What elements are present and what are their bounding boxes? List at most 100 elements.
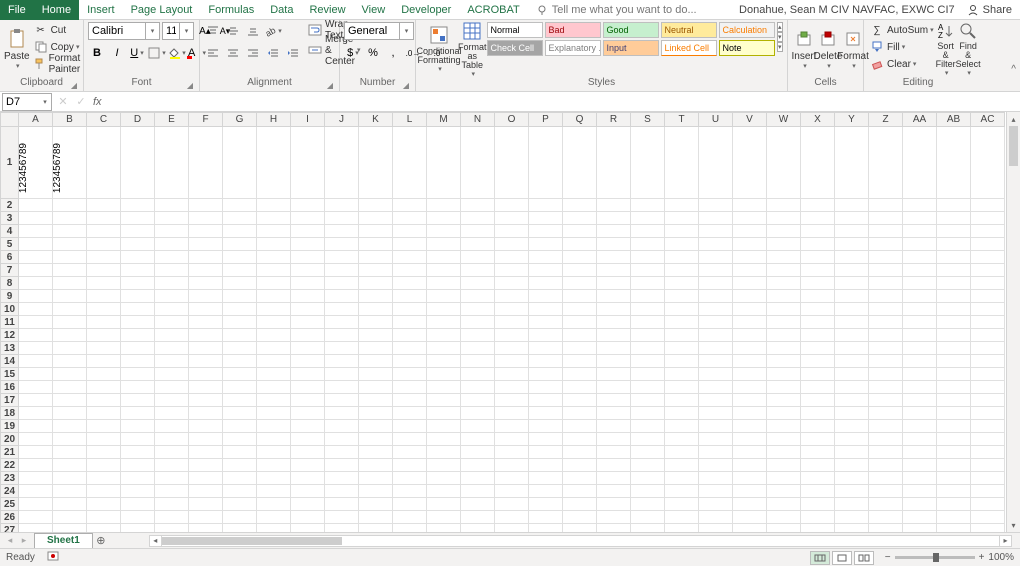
cell-R11[interactable]	[597, 316, 631, 329]
col-header-M[interactable]: M	[427, 113, 461, 127]
cell-Z13[interactable]	[869, 342, 903, 355]
cell-style-explanatory-[interactable]: Explanatory ...	[545, 40, 601, 56]
cell-Y11[interactable]	[835, 316, 869, 329]
cell-V1[interactable]	[733, 127, 767, 199]
col-header-W[interactable]: W	[767, 113, 801, 127]
cell-M16[interactable]	[427, 381, 461, 394]
cell-S26[interactable]	[631, 511, 665, 524]
cell-M11[interactable]	[427, 316, 461, 329]
cell-K23[interactable]	[359, 472, 393, 485]
cell-V8[interactable]	[733, 277, 767, 290]
cell-K25[interactable]	[359, 498, 393, 511]
cell-O8[interactable]	[495, 277, 529, 290]
cell-L9[interactable]	[393, 290, 427, 303]
cell-AB4[interactable]	[937, 225, 971, 238]
cell-AA25[interactable]	[903, 498, 937, 511]
cell-R6[interactable]	[597, 251, 631, 264]
cell-U15[interactable]	[699, 368, 733, 381]
cell-N24[interactable]	[461, 485, 495, 498]
cell-AB8[interactable]	[937, 277, 971, 290]
cell-J15[interactable]	[325, 368, 359, 381]
cell-Q19[interactable]	[563, 420, 597, 433]
cell-K13[interactable]	[359, 342, 393, 355]
cell-G6[interactable]	[223, 251, 257, 264]
cell-J22[interactable]	[325, 459, 359, 472]
comma-button[interactable]: ,	[384, 44, 402, 62]
cell-I9[interactable]	[291, 290, 325, 303]
tell-me[interactable]: Tell me what you want to do...	[536, 4, 697, 16]
cell-D18[interactable]	[121, 407, 155, 420]
cell-S3[interactable]	[631, 212, 665, 225]
cell-AC7[interactable]	[971, 264, 1005, 277]
add-sheet-button[interactable]: ⊕	[93, 534, 109, 547]
cell-AA11[interactable]	[903, 316, 937, 329]
cell-C1[interactable]	[87, 127, 121, 199]
cell-X24[interactable]	[801, 485, 835, 498]
cell-M19[interactable]	[427, 420, 461, 433]
cell-V17[interactable]	[733, 394, 767, 407]
row-header-9[interactable]: 9	[1, 290, 19, 303]
conditional-formatting-button[interactable]: Conditional Formatting	[420, 22, 458, 76]
cell-K15[interactable]	[359, 368, 393, 381]
cell-S4[interactable]	[631, 225, 665, 238]
cell-P17[interactable]	[529, 394, 563, 407]
col-header-H[interactable]: H	[257, 113, 291, 127]
cell-M9[interactable]	[427, 290, 461, 303]
paste-button[interactable]: Paste	[4, 22, 30, 76]
cell-D3[interactable]	[121, 212, 155, 225]
align-middle-button[interactable]	[224, 22, 242, 40]
col-header-N[interactable]: N	[461, 113, 495, 127]
cell-Q14[interactable]	[563, 355, 597, 368]
cell-U21[interactable]	[699, 446, 733, 459]
cell-P2[interactable]	[529, 199, 563, 212]
cell-O2[interactable]	[495, 199, 529, 212]
page-break-view-button[interactable]	[854, 551, 874, 565]
cell-I4[interactable]	[291, 225, 325, 238]
cell-F14[interactable]	[189, 355, 223, 368]
cell-T7[interactable]	[665, 264, 699, 277]
cell-G22[interactable]	[223, 459, 257, 472]
font-dialog-launcher[interactable]: ◢	[185, 80, 195, 90]
cell-U12[interactable]	[699, 329, 733, 342]
styles-scroll-down[interactable]: ▾	[777, 32, 783, 42]
cell-Z16[interactable]	[869, 381, 903, 394]
cell-Y2[interactable]	[835, 199, 869, 212]
cell-P3[interactable]	[529, 212, 563, 225]
cell-R3[interactable]	[597, 212, 631, 225]
cell-I7[interactable]	[291, 264, 325, 277]
cell-A6[interactable]	[19, 251, 53, 264]
col-header-G[interactable]: G	[223, 113, 257, 127]
cell-R26[interactable]	[597, 511, 631, 524]
cell-B2[interactable]	[53, 199, 87, 212]
cell-F10[interactable]	[189, 303, 223, 316]
cell-Q4[interactable]	[563, 225, 597, 238]
col-header-K[interactable]: K	[359, 113, 393, 127]
cell-G8[interactable]	[223, 277, 257, 290]
cell-W1[interactable]	[767, 127, 801, 199]
cell-AC1[interactable]	[971, 127, 1005, 199]
cell-G18[interactable]	[223, 407, 257, 420]
col-header-V[interactable]: V	[733, 113, 767, 127]
cell-K20[interactable]	[359, 433, 393, 446]
align-right-button[interactable]	[244, 44, 262, 62]
cell-W17[interactable]	[767, 394, 801, 407]
cell-G14[interactable]	[223, 355, 257, 368]
cell-E13[interactable]	[155, 342, 189, 355]
font-name-combo[interactable]	[88, 22, 146, 40]
cell-I22[interactable]	[291, 459, 325, 472]
cell-I12[interactable]	[291, 329, 325, 342]
cell-E15[interactable]	[155, 368, 189, 381]
cell-V5[interactable]	[733, 238, 767, 251]
cell-A10[interactable]	[19, 303, 53, 316]
share-button[interactable]: Share	[967, 4, 1012, 16]
cell-V11[interactable]	[733, 316, 767, 329]
view-tab[interactable]: View	[354, 0, 394, 20]
cell-AA15[interactable]	[903, 368, 937, 381]
cell-K11[interactable]	[359, 316, 393, 329]
cell-C3[interactable]	[87, 212, 121, 225]
cell-Q18[interactable]	[563, 407, 597, 420]
row-header-14[interactable]: 14	[1, 355, 19, 368]
cell-T6[interactable]	[665, 251, 699, 264]
cell-C2[interactable]	[87, 199, 121, 212]
cell-O17[interactable]	[495, 394, 529, 407]
